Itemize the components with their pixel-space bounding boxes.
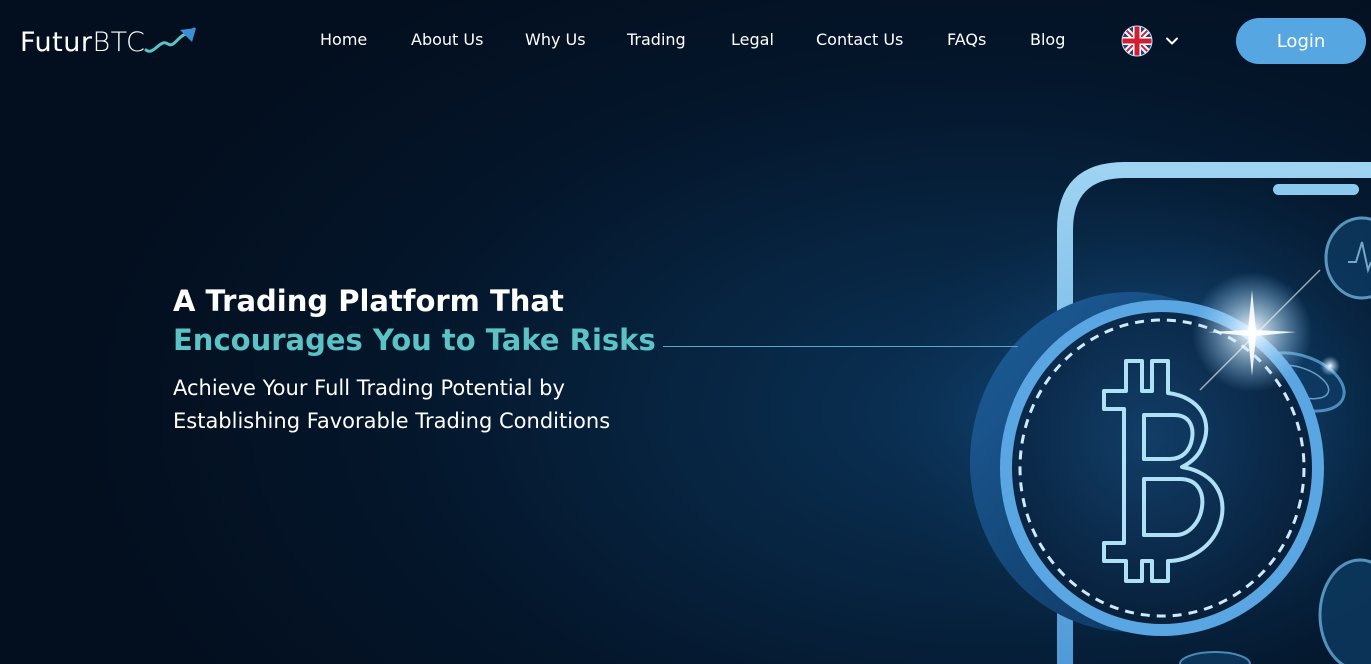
- hero-subtitle-line2: Establishing Favorable Trading Condition…: [173, 409, 611, 433]
- top-navbar: Futur BTC Home About Us Why Us Trading Le…: [0, 0, 1371, 82]
- site-logo[interactable]: Futur BTC: [20, 24, 196, 60]
- uk-flag-icon: [1121, 25, 1153, 57]
- smartphone-icon: [1057, 162, 1371, 664]
- nav-home[interactable]: Home: [320, 30, 367, 49]
- nav-trading[interactable]: Trading: [627, 30, 686, 49]
- nav-contact-us[interactable]: Contact Us: [816, 30, 903, 49]
- hero-subtitle-line1: Achieve Your Full Trading Potential by: [173, 376, 565, 400]
- hero-divider-line: [663, 346, 1018, 347]
- hero-title-line2: Encourages You to Take Risks: [173, 323, 656, 357]
- hero-section: A Trading Platform That Encourages You t…: [173, 282, 973, 438]
- logo-text-futur: Futur: [20, 26, 93, 58]
- nav-legal[interactable]: Legal: [731, 30, 774, 49]
- hero-subtitle: Achieve Your Full Trading Potential by E…: [173, 372, 973, 438]
- trend-arrow-icon: [144, 27, 196, 53]
- nav-about-us[interactable]: About Us: [411, 30, 483, 49]
- chevron-down-icon[interactable]: [1165, 34, 1179, 48]
- hero-title-line1: A Trading Platform That: [173, 284, 564, 318]
- nav-faqs[interactable]: FAQs: [947, 30, 986, 49]
- login-button[interactable]: Login: [1236, 18, 1366, 64]
- nav-blog[interactable]: Blog: [1030, 30, 1065, 49]
- bitcoin-coin-icon: [970, 292, 1324, 636]
- logo-text-btc: BTC: [92, 26, 146, 58]
- language-selector[interactable]: [1121, 24, 1183, 58]
- nav-why-us[interactable]: Why Us: [525, 30, 586, 49]
